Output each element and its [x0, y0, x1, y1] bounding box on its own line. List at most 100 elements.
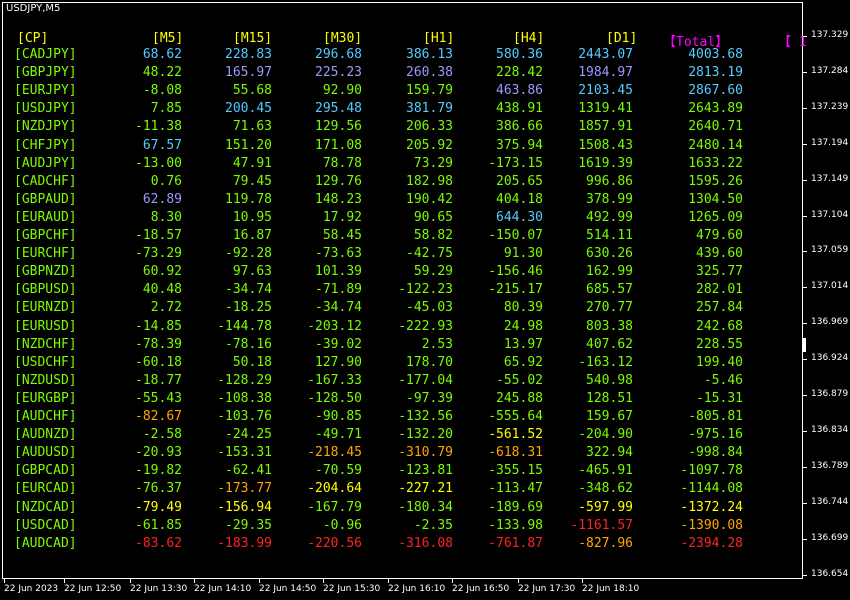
strength-value: -132.56 — [398, 409, 453, 424]
strength-value: -55.02 — [496, 372, 543, 388]
strength-value: -218.45 — [307, 445, 362, 461]
strength-value: -97.39 — [406, 390, 453, 406]
time-label: 22 Jun 17:30 — [518, 584, 576, 594]
pair-symbol: [AUDCHF] — [14, 409, 77, 424]
price-tick — [803, 287, 807, 289]
pair-symbol: [AUDCAD] — [14, 535, 77, 551]
price-tick — [803, 215, 807, 217]
strength-value: 58.45 — [322, 228, 362, 243]
price-label: 136.789 — [811, 460, 849, 471]
strength-value: 803.38 — [586, 318, 633, 334]
strength-value: -11.38 — [135, 119, 182, 135]
strength-value: 165.97 — [225, 65, 272, 81]
table-row: [AUDJPY] -13.00 47.91 78.78 73.29 -173.15 1619… — [0, 155, 803, 173]
price-label: 137.104 — [811, 209, 849, 220]
table-row: [AUDUSD] -20.93 -153.31 -218.45 -310.79 -618.… — [0, 444, 803, 462]
strength-value: -128.29 — [217, 372, 272, 388]
strength-value: -2.58 — [142, 427, 182, 443]
strength-value: -227.21 — [398, 481, 453, 497]
column-header-6: [D1] — [606, 31, 638, 46]
strength-value: 65.92 — [503, 354, 543, 370]
strength-value: -144.78 — [217, 318, 272, 334]
time-tick — [582, 579, 583, 583]
strength-value: 1857.91 — [578, 119, 633, 135]
strength-value: -19.82 — [135, 463, 182, 479]
strength-value: -1161.57 — [570, 517, 633, 533]
strength-value: 16.87 — [232, 228, 272, 243]
strength-value: 270.77 — [586, 300, 633, 316]
column-header-0: [CP] — [17, 31, 49, 46]
strength-value: 1304.50 — [688, 191, 743, 207]
table-row: [EURCHF] -73.29 -92.28 -73.63 -42.75 91.30 630… — [0, 245, 803, 263]
table-row: [EURJPY] -8.08 55.68 92.90 159.79 463.86 2103.… — [0, 82, 803, 100]
pair-symbol: [EURCHF] — [14, 246, 77, 262]
strength-value: -2394.28 — [680, 535, 743, 551]
time-tick — [323, 579, 324, 583]
strength-value: 68.62 — [142, 47, 182, 62]
price-label: 137.194 — [811, 137, 849, 148]
strength-value: -45.03 — [406, 300, 453, 316]
strength-value: -39.02 — [315, 336, 362, 352]
strength-value: 2867.60 — [688, 83, 743, 99]
table-row: [GBPNZD] 60.92 97.63 101.39 59.29 -156.46 162.… — [0, 263, 803, 281]
strength-value: 159.79 — [406, 83, 453, 99]
strength-value: -132.20 — [398, 427, 453, 443]
strength-value: -128.50 — [307, 390, 362, 406]
strength-value: 7.85 — [150, 101, 182, 117]
strength-value: 514.11 — [586, 228, 633, 243]
price-label: 136.834 — [811, 424, 849, 435]
current-price-marker — [803, 338, 806, 352]
strength-value: -805.81 — [688, 409, 743, 424]
pair-symbol: [GBPCAD] — [14, 463, 77, 479]
time-label: 22 Jun 12:50 — [64, 584, 122, 594]
strength-value: 1265.09 — [688, 209, 743, 225]
price-tick — [803, 466, 807, 468]
price-tick — [803, 538, 807, 540]
price-label: 136.969 — [811, 317, 849, 328]
strength-value: -70.59 — [315, 463, 362, 479]
pair-symbol: [GBPNZD] — [14, 264, 77, 280]
strength-value: 1595.26 — [688, 173, 743, 189]
strength-value: 242.68 — [696, 318, 743, 334]
table-row: [NZDUSD] -18.77 -128.29 -167.33 -177.04 -55.0… — [0, 372, 803, 390]
table-row: [AUDCAD] -83.62 -183.99 -220.56 -316.08 -761.… — [0, 535, 803, 553]
strength-value: -153.31 — [217, 445, 272, 461]
price-tick — [803, 502, 807, 504]
strength-value: 1508.43 — [578, 137, 633, 153]
strength-value: -998.84 — [688, 445, 743, 461]
strength-value: 1619.39 — [578, 155, 633, 171]
strength-value: -103.76 — [217, 409, 272, 424]
table-row: [GBPUSD] 40.48 -34.74 -71.89 -122.23 -215.17 6… — [0, 281, 803, 299]
strength-value: 24.98 — [503, 318, 543, 334]
price-tick — [803, 395, 807, 396]
price-label: 136.654 — [811, 568, 849, 579]
price-label: 136.879 — [811, 389, 849, 399]
strength-value: 2.53 — [421, 336, 453, 352]
strength-value: -1372.24 — [680, 499, 743, 515]
table-row: [EURUSD] -14.85 -144.78 -203.12 -222.93 24.98… — [0, 318, 803, 336]
strength-value: 282.01 — [696, 282, 743, 298]
strength-value: -34.74 — [225, 282, 272, 298]
strength-value: 151.20 — [225, 137, 272, 153]
price-tick — [803, 107, 807, 109]
price-tick — [803, 179, 807, 181]
pair-symbol: [AUDJPY] — [14, 155, 77, 171]
strength-value: 92.90 — [322, 83, 362, 99]
strength-value: 644.30 — [496, 209, 543, 225]
strength-value: -62.41 — [225, 463, 272, 479]
strength-value: -173.15 — [488, 155, 543, 171]
time-tick — [259, 579, 260, 583]
price-tick — [803, 251, 807, 253]
pair-symbol: [USDCHF] — [14, 354, 77, 370]
chart-symbol-title: USDJPY,M5 — [6, 3, 61, 14]
strength-value: -20.93 — [135, 445, 182, 461]
pair-symbol: [GBPUSD] — [14, 282, 77, 298]
strength-value: -71.89 — [315, 282, 362, 298]
strength-value: -355.15 — [488, 463, 543, 479]
table-row: [EURCAD] -76.37 -173.77 -204.64 -227.21 -113.… — [0, 480, 803, 498]
time-tick — [64, 579, 65, 583]
strength-value: -133.98 — [488, 517, 543, 533]
strength-value: 205.65 — [496, 173, 543, 189]
pair-symbol: [CHFJPY] — [14, 137, 77, 153]
strength-value: 438.91 — [496, 101, 543, 117]
